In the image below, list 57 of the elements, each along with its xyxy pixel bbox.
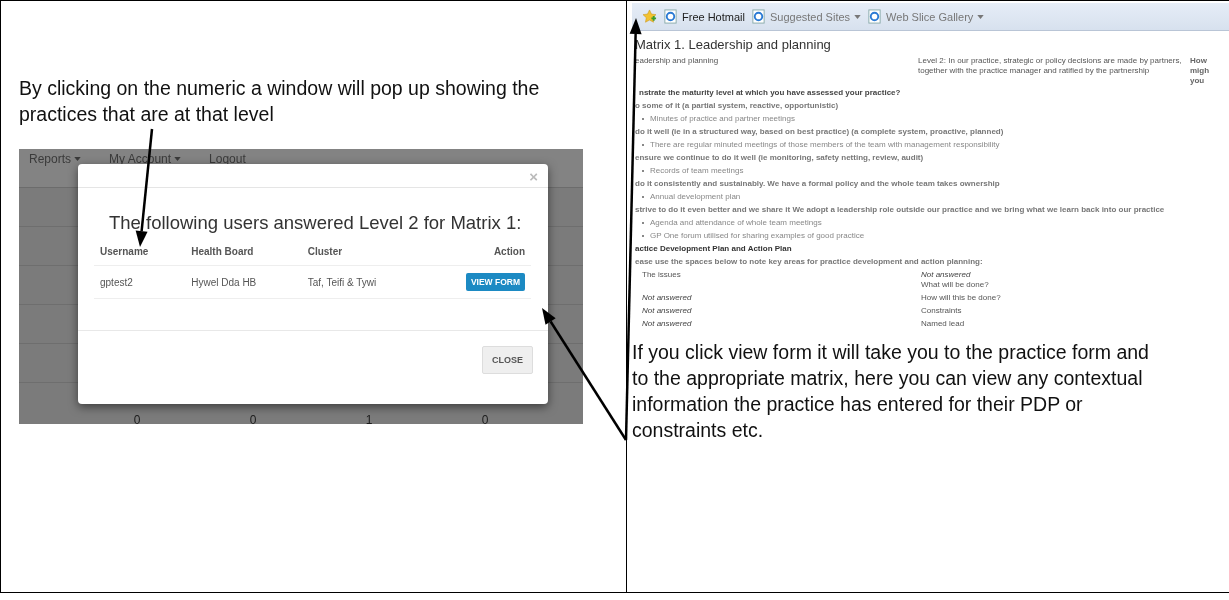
question-text: nstrate the maturity level at which you have assessed your practice?	[638, 88, 902, 98]
level-text: ensure we continue to do it well (ie monitoring, safety netting, review, audit)	[635, 153, 925, 163]
page-icon	[663, 9, 678, 24]
column-header: Username	[94, 246, 186, 266]
evidence-text: Records of team meetings	[650, 166, 744, 176]
close-button[interactable]: ×	[529, 169, 538, 185]
evidence-text: There are regular minuted meetings of those members of the team with management responsibility	[650, 140, 1000, 150]
question-text: How	[1190, 56, 1208, 66]
close-button[interactable]: CLOSE	[482, 346, 533, 374]
column-header: Health Board	[185, 246, 302, 266]
caret-icon	[74, 157, 82, 161]
favorite-link[interactable]: Web Slice Gallery	[867, 9, 985, 24]
favorite-link[interactable]: Suggested Sites	[750, 9, 862, 24]
caret-icon	[174, 157, 182, 161]
field-label: How will this be done?	[921, 293, 1002, 303]
level-text: o some of it (a partial system, reactive, opportunistic)	[635, 101, 840, 111]
field-label: Constraints	[921, 306, 963, 316]
column-header: Action	[423, 246, 531, 266]
count-link[interactable]: 0	[481, 413, 489, 424]
field-label: What will be done?	[921, 280, 990, 290]
star-icon[interactable]	[642, 9, 657, 24]
field-label: Named lead	[921, 319, 966, 329]
view-form-button[interactable]: VIEW FORM	[465, 273, 525, 291]
answer-text: Not answered	[642, 293, 693, 303]
caret-icon	[854, 14, 862, 19]
evidence-text: Annual development plan	[650, 192, 741, 202]
nav-link[interactable]: Reports	[29, 149, 82, 166]
count-link[interactable]: 0	[133, 413, 141, 424]
matrix-name: eadership and planning	[635, 56, 720, 67]
count-link[interactable]: 1	[365, 413, 373, 424]
level-description: Level 2: In our practice, strategic or policy decisions are made by partners, together with the practice manager and ratified by the partnership	[918, 56, 1183, 77]
answer-text: Not answered	[642, 319, 693, 329]
count-link[interactable]: 0	[249, 413, 257, 424]
instruction-text: ease use the spaces below to note key areas for practice development and action planning:	[635, 257, 984, 267]
answer-text: Not answered	[642, 306, 693, 316]
table-cell: Hywel Dda HB	[185, 265, 302, 299]
level-text: do it well (ie in a structured way, based on best practice) (a complete system, proactive, planned)	[635, 127, 1005, 137]
modal-heading: The following users answered Level 2 for Matrix 1:	[109, 212, 523, 234]
instruction-text: By clicking on the numeric a window will pop up showing the practices that are at that level	[19, 76, 541, 127]
page-icon	[867, 9, 883, 24]
field-label: The issues	[642, 270, 682, 280]
section-heading: actice Development Plan and Action Plan	[635, 244, 793, 254]
table-cell: gptest2	[94, 265, 186, 299]
favorite-link[interactable]: Free Hotmail	[663, 9, 745, 24]
caret-icon	[977, 14, 985, 19]
level-text: strive to do it even better and we share it We adopt a leadership role outside our practice and we bring what we learn back into our practice	[635, 205, 1166, 215]
question-text: migh	[1190, 66, 1211, 76]
question-text: you	[1190, 76, 1206, 86]
column-header: Cluster	[301, 246, 424, 266]
instruction-text: If you click view form it will take you to the practice form and to the appropriate matrix, here you can view any contextual information the practice has entered for their PDP or constraints etc.	[632, 340, 1150, 443]
evidence-text: GP One forum utilised for sharing examples of good practice	[650, 231, 865, 241]
level-text: do it consistently and sustainably. We have a formal policy and the whole team takes ownership	[635, 179, 1001, 189]
evidence-text: Minutes of practice and partner meetings	[650, 114, 795, 124]
evidence-text: Agenda and attendance of whole team meetings	[650, 218, 822, 228]
page-icon	[750, 9, 766, 24]
table-cell: Taf, Teifi & Tywi	[301, 265, 424, 299]
answer-text: Not answered	[921, 270, 972, 280]
